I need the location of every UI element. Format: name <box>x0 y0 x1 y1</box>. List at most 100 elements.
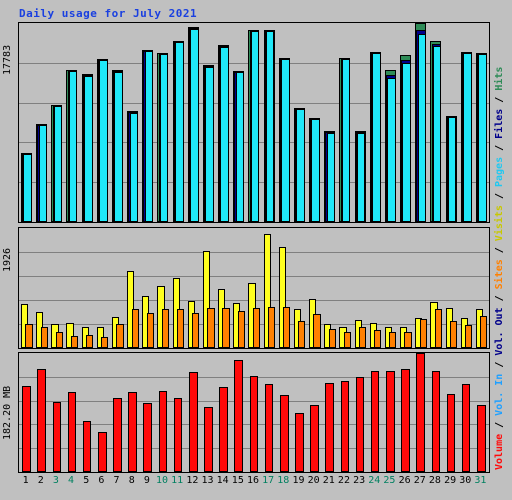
bar-sites <box>404 332 412 348</box>
bar-group <box>49 353 64 472</box>
bar-group <box>246 353 261 472</box>
bar-sites <box>449 321 458 348</box>
x-axis-label-day-1: 1 <box>22 475 29 486</box>
bar-volume <box>370 371 380 472</box>
bar-sites <box>374 330 382 348</box>
volume-axis-max-label: 182.20 MB <box>2 385 13 440</box>
x-axis-label-day-24: 24 <box>368 475 381 486</box>
bar-sites <box>343 332 351 348</box>
bar-group <box>140 228 155 348</box>
legend-separator: / <box>494 241 505 260</box>
bar-group <box>444 23 459 222</box>
bar-group <box>125 353 140 472</box>
bar-group <box>171 228 186 348</box>
bar-sites <box>267 307 276 348</box>
legend-item-vol-out: Vol. Out <box>494 307 505 356</box>
bar-group <box>64 353 79 472</box>
sites-plot-area <box>19 228 489 348</box>
bar-sites <box>55 332 63 348</box>
legend-item-volume: Volume <box>494 433 505 470</box>
bar-group <box>140 353 155 472</box>
bar-group <box>322 23 337 222</box>
bar-group <box>110 23 125 222</box>
bar-group <box>246 23 261 222</box>
bar-sites <box>192 313 200 348</box>
bar-sites <box>131 309 139 348</box>
bar-volume <box>158 391 168 472</box>
bar-pages <box>387 78 396 222</box>
bar-pages <box>190 29 199 222</box>
volume-plot-area <box>19 353 489 472</box>
bar-sites <box>146 313 154 348</box>
x-axis-label-day-28: 28 <box>428 475 441 486</box>
bar-pages <box>144 51 154 222</box>
x-axis-label-day-30: 30 <box>459 475 472 486</box>
legend-item-files: Files <box>494 108 505 139</box>
bar-group <box>80 228 95 348</box>
bar-sites <box>389 332 397 348</box>
bar-group <box>110 353 125 472</box>
bar-group <box>353 23 368 222</box>
legend-separator: / <box>494 289 505 308</box>
bar-group <box>95 353 110 472</box>
bar-sites <box>313 314 321 348</box>
x-axis-label-day-7: 7 <box>113 475 120 486</box>
bar-pages <box>432 46 442 222</box>
bar-pages <box>159 54 169 222</box>
bar-group <box>277 228 292 348</box>
bar-pages <box>265 31 275 222</box>
bar-volume <box>128 392 137 472</box>
bar-sites <box>222 308 230 348</box>
bar-pages <box>250 31 260 222</box>
bar-group <box>34 228 49 348</box>
bar-group <box>186 353 201 472</box>
bar-volume <box>234 360 244 472</box>
bar-group <box>216 228 231 348</box>
sites-axis-max-label: 1926 <box>2 247 13 272</box>
bar-volume <box>97 432 107 472</box>
bar-sites <box>283 307 291 348</box>
x-axis-label-day-19: 19 <box>292 475 305 486</box>
bar-group <box>262 353 277 472</box>
bar-pages <box>235 72 245 222</box>
bar-sites <box>207 308 215 348</box>
x-axis-label-day-11: 11 <box>171 475 184 486</box>
x-axis-label-day-29: 29 <box>444 475 457 486</box>
legend-separator: / <box>494 90 505 109</box>
bar-group <box>140 23 155 222</box>
bar-group <box>292 23 307 222</box>
bar-group <box>110 228 125 348</box>
x-axis-label-day-6: 6 <box>98 475 105 486</box>
bar-group <box>428 228 443 348</box>
bar-group <box>171 23 186 222</box>
bar-group <box>155 228 170 348</box>
bar-volume <box>67 392 77 472</box>
bar-pages <box>341 59 351 222</box>
bar-volume <box>188 372 198 472</box>
bar-group <box>19 353 34 472</box>
bar-pages <box>84 76 93 222</box>
bar-group <box>201 353 216 472</box>
x-axis-label-day-23: 23 <box>353 475 366 486</box>
bar-group <box>459 23 474 222</box>
bar-volume <box>431 371 441 472</box>
hits-files-pages-panel <box>18 22 490 223</box>
legend-item-visits: Visits <box>494 205 505 242</box>
bar-group <box>383 353 398 472</box>
x-axis-label-day-26: 26 <box>398 475 411 486</box>
bar-group <box>413 23 428 222</box>
bar-volume <box>340 381 350 472</box>
bar-pages <box>402 63 411 222</box>
bar-group <box>337 228 352 348</box>
bar-sites <box>298 321 306 348</box>
bar-group <box>125 228 140 348</box>
bar-sites <box>116 324 124 348</box>
bar-volume <box>279 395 289 472</box>
bar-volume <box>477 405 486 472</box>
bar-group <box>125 23 140 222</box>
bar-pages <box>281 59 290 222</box>
bar-group <box>413 353 428 472</box>
bar-group <box>95 228 110 348</box>
bar-pages <box>447 117 457 222</box>
bar-group <box>398 23 413 222</box>
